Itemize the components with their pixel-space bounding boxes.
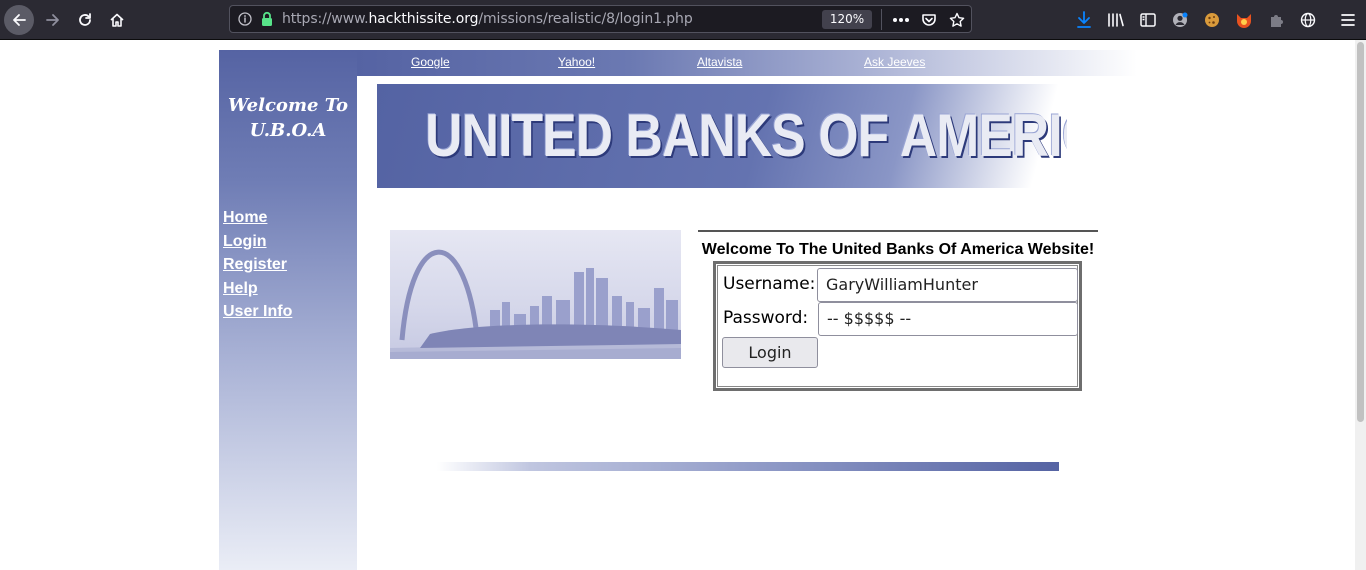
skyline-illustration [390, 249, 681, 359]
browser-toolbar: https://www.hackthissite.org/missions/re… [0, 0, 1366, 40]
sidebar-link-help[interactable]: Help [223, 277, 292, 301]
url-bar[interactable]: https://www.hackthissite.org/missions/re… [229, 5, 972, 33]
downloads-button[interactable] [1072, 8, 1096, 32]
url-path: /missions/realistic/8/login1.php [478, 11, 693, 27]
forward-button[interactable] [38, 5, 68, 35]
arrow-left-icon [13, 14, 26, 26]
reload-button[interactable] [70, 5, 100, 35]
hamburger-menu-icon [1341, 14, 1355, 26]
sidebar-welcome: Welcome To U.B.O.A [219, 93, 357, 143]
sidebar-link-register[interactable]: Register [223, 253, 292, 277]
home-button[interactable] [102, 5, 132, 35]
page-scrollbar[interactable] [1355, 40, 1366, 570]
star-icon [949, 12, 965, 27]
top-nav-bar: Google Yahoo! Altavista Ask Jeeves [357, 50, 1137, 76]
login-divider [698, 230, 1098, 232]
arrow-right-icon [46, 14, 59, 26]
cookie-icon [1205, 13, 1219, 27]
library-icon [1108, 13, 1124, 27]
zoom-level-badge[interactable]: 120% [822, 10, 872, 29]
bottom-gradient-bar [437, 462, 1059, 471]
info-icon[interactable] [238, 12, 252, 26]
banner-title: UNITED BANKS OF AMERICA [425, 102, 1067, 169]
bookmark-star-button[interactable] [946, 9, 968, 31]
fox-icon [1237, 14, 1251, 28]
city-skyline-image [390, 230, 681, 359]
home-icon [110, 13, 124, 27]
login-button[interactable]: Login [722, 337, 818, 368]
url-text[interactable]: https://www.hackthissite.org/missions/re… [282, 11, 693, 27]
sidebar-toggle-button[interactable] [1136, 8, 1160, 32]
pocket-icon [922, 14, 936, 26]
sidebar-link-login[interactable]: Login [223, 230, 292, 254]
username-input[interactable]: GaryWilliamHunter [817, 268, 1078, 302]
pocket-button[interactable] [918, 9, 940, 31]
account-button[interactable] [1168, 8, 1192, 32]
globe-icon [1300, 12, 1316, 28]
sidebar-nav: Home Login Register Help User Info [223, 206, 292, 324]
url-domain: hackthissite.org [368, 11, 479, 27]
top-link-altavista[interactable]: Altavista [697, 55, 742, 69]
url-prefix: https://www. [282, 11, 369, 27]
username-label: Username: [723, 274, 816, 294]
password-label: Password: [723, 308, 809, 328]
page-actions-button[interactable] [890, 9, 912, 31]
main-menu-button[interactable] [1336, 8, 1360, 32]
password-input[interactable]: -- $$$$$ -- [818, 302, 1078, 336]
reload-icon [79, 13, 91, 26]
sidebar-icon [1140, 13, 1156, 27]
top-link-ask-jeeves[interactable]: Ask Jeeves [864, 55, 925, 69]
lock-icon[interactable] [260, 11, 274, 27]
fox-extension-button[interactable] [1232, 8, 1256, 32]
left-sidebar: Welcome To U.B.O.A Home Login Register H… [219, 50, 357, 570]
puzzle-icon [1271, 15, 1283, 27]
sidebar-link-home[interactable]: Home [223, 206, 292, 230]
scrollbar-thumb[interactable] [1357, 42, 1364, 422]
extension-button[interactable] [1264, 8, 1288, 32]
download-arrow-icon [1077, 11, 1091, 28]
sidebar-link-user-info[interactable]: User Info [223, 300, 292, 324]
account-icon [1173, 12, 1188, 27]
bank-banner: UNITED BANKS OF AMERICA [377, 84, 1067, 188]
more-dots-icon [893, 18, 909, 22]
sidebar-welcome-line2: U.B.O.A [249, 120, 327, 141]
login-form: Username: GaryWilliamHunter Password: --… [713, 261, 1082, 391]
login-form-inner: Username: GaryWilliamHunter Password: --… [717, 265, 1078, 387]
vpn-extension-button[interactable] [1296, 8, 1320, 32]
top-link-google[interactable]: Google [411, 55, 450, 69]
cookie-extension-button[interactable] [1200, 8, 1224, 32]
sidebar-welcome-line1: Welcome To [227, 95, 349, 116]
login-welcome-message: Welcome To The United Banks Of America W… [701, 241, 1095, 258]
library-button[interactable] [1104, 8, 1128, 32]
back-button[interactable] [4, 5, 34, 35]
top-link-yahoo[interactable]: Yahoo! [558, 55, 595, 69]
url-separator [881, 9, 882, 30]
